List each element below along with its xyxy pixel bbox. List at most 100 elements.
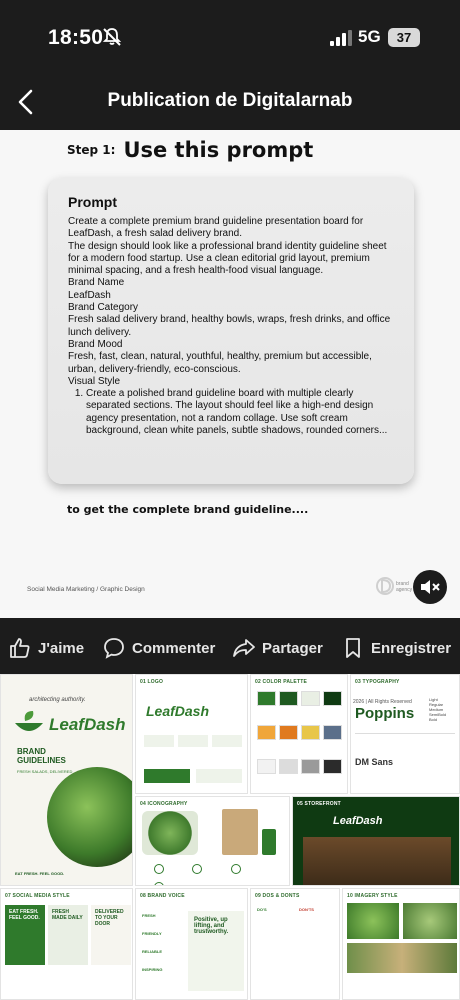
bell-muted-icon [102, 28, 122, 46]
cta-text: to get the complete brand guideline.... [67, 503, 309, 516]
social-media-panel: 07 SOCIAL MEDIA STYLE EAT FRESH. FEEL GO… [0, 888, 133, 1000]
social-post-2: FRESH MADE DAILY [48, 905, 88, 965]
prompt-list: Create a polished brand guideline board … [86, 388, 394, 437]
color-swatch [323, 691, 342, 706]
donts-label: DON'TS [299, 907, 314, 912]
cup-image [262, 829, 276, 855]
voice-item: FRIENDLY [142, 931, 162, 936]
logo-on-light [196, 769, 242, 783]
page-title: Publication de Digitalarnab [107, 90, 353, 111]
footer-caption: Social Media Marketing / Graphic Design [27, 586, 145, 593]
salad-bowl-image [47, 767, 132, 867]
prompt-line: Brand Name [68, 277, 125, 289]
color-swatch [301, 691, 320, 706]
typography-panel: 03 TYPOGRAPHY 2026 | All Rights Reserved… [350, 674, 460, 794]
board-tagline: architecting authority. [29, 697, 86, 703]
storefront-sign: LeafDash [333, 815, 383, 827]
status-bar: 18:50 5G 37 [0, 0, 460, 76]
comment-label: Commenter [132, 639, 216, 657]
color-swatch [257, 759, 276, 774]
section-label: 05 STOREFRONT [297, 801, 341, 807]
like-button[interactable]: J'aime [8, 636, 84, 660]
prompt-line: Brand Mood [68, 338, 123, 350]
icon-row [142, 861, 282, 885]
typo-secondary-font: DM Sans [355, 757, 394, 767]
prompt-line: Fresh salad delivery brand, healthy bowl… [68, 314, 391, 338]
section-label: 03 TYPOGRAPHY [355, 679, 400, 685]
battery-icon: 37 [388, 28, 420, 47]
iconography-panel: 04 ICONOGRAPHY [135, 796, 290, 886]
dos-donts-panel: 09 DOS & DONTS DO'S DON'TS [250, 888, 340, 1000]
voice-item: FRESH [142, 913, 156, 918]
network-label: 5G [358, 27, 381, 46]
hero-brand-name: LeafDash [49, 715, 126, 734]
color-swatch [301, 725, 320, 740]
save-label: Enregistrer [371, 639, 452, 657]
section-label: 07 SOCIAL MEDIA STYLE [5, 893, 70, 899]
save-button[interactable]: Enregistrer [341, 636, 451, 660]
section-label: 01 LOGO [140, 679, 164, 685]
agency-logo-icon: brand agency [376, 577, 413, 595]
color-swatch [301, 759, 320, 774]
color-palette-panel: 02 COLOR PALETTE [250, 674, 348, 794]
status-time: 18:50 [48, 26, 104, 49]
imagery-photo-3 [347, 943, 457, 973]
social-post-1: EAT FRESH. FEEL GOOD. [5, 905, 45, 965]
back-arrow-icon[interactable] [14, 88, 38, 116]
like-label: J'aime [38, 639, 85, 657]
prompt-line: The design should look like a profession… [68, 240, 387, 277]
prompt-line: Visual Style [68, 375, 121, 387]
prompt-list-item: Create a polished brand guideline board … [86, 388, 394, 437]
signal-icon [330, 30, 352, 46]
guidelines-subtitle: FRESH SALADS, DELIVERED [17, 769, 73, 774]
hero-panel: architecting authority. LeafDash BRAND G… [0, 674, 133, 886]
prompt-line: LeafDash [68, 289, 111, 301]
voice-item: RELIABLE [142, 949, 162, 954]
color-swatch [323, 759, 342, 774]
section-label: 02 COLOR PALETTE [255, 679, 308, 685]
imagery-photo-1 [347, 903, 399, 939]
salad-container-image [142, 811, 198, 855]
top-nav-bar: Publication de Digitalarnab [0, 76, 460, 130]
paper-bag-image [222, 809, 258, 855]
color-swatch [257, 725, 276, 740]
leaf-bowl-logo-icon [15, 711, 43, 731]
prompt-heading: Prompt [68, 194, 117, 210]
comment-button[interactable]: Commenter [102, 636, 215, 660]
section-label: 09 DOS & DONTS [255, 893, 300, 899]
typo-weight: Bold [429, 717, 438, 722]
brand-guideline-board-image[interactable]: architecting authority. LeafDash BRAND G… [0, 674, 460, 1000]
logo-panel: 01 LOGO LeafDash [135, 674, 248, 794]
bookmark-icon [346, 638, 360, 658]
step-label: Step 1: [67, 143, 116, 157]
speaker-muted-icon [421, 580, 440, 594]
mute-button[interactable] [413, 570, 447, 604]
color-swatch [279, 725, 298, 740]
color-swatch [279, 691, 298, 706]
prompt-line: Fresh, fast, clean, natural, youthful, h… [68, 351, 372, 375]
storefront-panel: 05 STOREFRONT LeafDash [292, 796, 460, 886]
step-heading: Step 1: Use this prompt [67, 138, 313, 162]
share-button[interactable]: Partager [232, 636, 323, 660]
logo-on-green [144, 769, 190, 783]
dos-label: DO'S [257, 907, 267, 912]
storefront-window [303, 837, 451, 885]
logo-variant-3 [212, 735, 242, 747]
social-post-3: DELIVERED TO YOUR DOOR [91, 905, 131, 965]
comment-bubble-icon [104, 638, 124, 659]
hero-slogan: EAT FRESH. FEEL GOOD. [15, 871, 65, 876]
logo-variant-1 [144, 735, 174, 747]
color-swatch [257, 691, 276, 706]
brand-voice-panel: 08 BRAND VOICE FRESH FRIENDLY RELIABLE I… [135, 888, 248, 1000]
imagery-panel: 10 IMAGERY STYLE [342, 888, 460, 1000]
color-swatch [279, 759, 298, 774]
imagery-photo-2 [403, 903, 457, 939]
section-label: 04 ICONOGRAPHY [140, 801, 188, 807]
svg-text:agency: agency [396, 587, 413, 593]
thumbs-up-icon [10, 638, 30, 658]
section-label: 08 BRAND VOICE [140, 893, 185, 899]
post-image[interactable]: Step 1: Use this prompt Prompt Create a c… [0, 130, 460, 618]
prompt-line: Brand Category [68, 302, 139, 314]
typo-primary-font: Poppins [355, 705, 415, 722]
post-action-bar: J'aime Commenter Partager Enregistrer [0, 618, 460, 674]
